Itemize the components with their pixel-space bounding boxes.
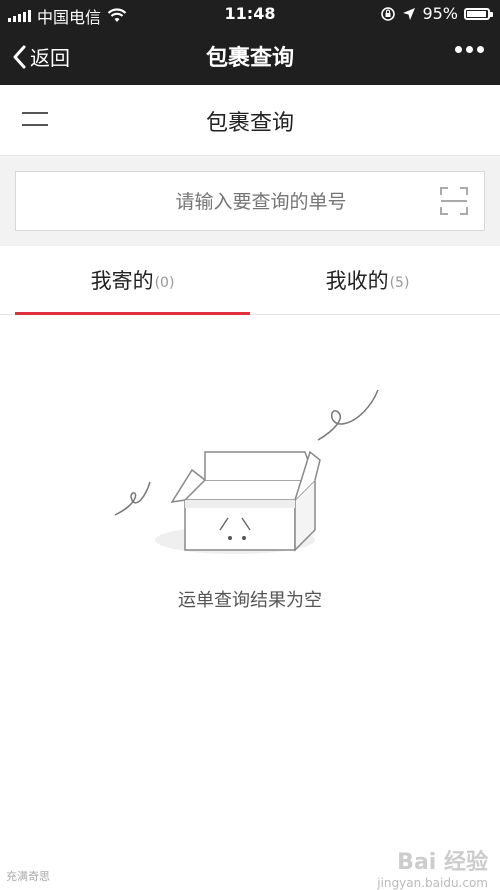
scan-icon[interactable] (440, 187, 468, 215)
search-section (0, 156, 500, 246)
empty-state-message: 运单查询结果为空 (178, 590, 322, 611)
watermark-left: 充满奇思 (6, 870, 50, 883)
more-button[interactable] (455, 46, 484, 53)
top-bar: 中国电信 11:48 95% 返回 包裹查询 (0, 0, 500, 85)
location-icon (403, 7, 416, 20)
watermark-brand: Bai 经验 (397, 850, 488, 875)
tab-sent[interactable]: 我寄的 (0) (15, 246, 250, 314)
tab-received-label: 我收的 (325, 269, 389, 293)
tab-received[interactable]: 我收的 (5) (250, 246, 485, 314)
tab-sent-label: 我寄的 (90, 269, 154, 293)
watermark-right: Bai 经验 jingyan.baidu.com (377, 844, 488, 890)
status-bar: 中国电信 11:48 95% (0, 0, 500, 28)
dot-icon (466, 46, 473, 53)
battery-percent: 95% (422, 4, 458, 23)
empty-box-illustration (114, 389, 379, 554)
watermark-url: jingyan.baidu.com (377, 876, 488, 890)
tab-bar: 我寄的 (0) 我收的 (5) (0, 246, 500, 315)
active-tab-indicator (15, 312, 250, 315)
page-header: 包裹查询 (0, 85, 500, 156)
battery-icon (464, 7, 493, 20)
tab-sent-count: (0) (154, 275, 175, 291)
orientation-lock-icon (381, 6, 396, 21)
nav-bar: 返回 包裹查询 (0, 28, 500, 85)
nav-title: 包裹查询 (205, 46, 294, 71)
status-right: 95% (380, 4, 493, 23)
tab-received-count: (5) (389, 275, 410, 291)
page-title: 包裹查询 (205, 111, 294, 136)
tracking-number-input[interactable] (16, 172, 463, 232)
search-box (15, 171, 485, 232)
dot-icon (455, 46, 462, 53)
dot-icon (477, 46, 484, 53)
